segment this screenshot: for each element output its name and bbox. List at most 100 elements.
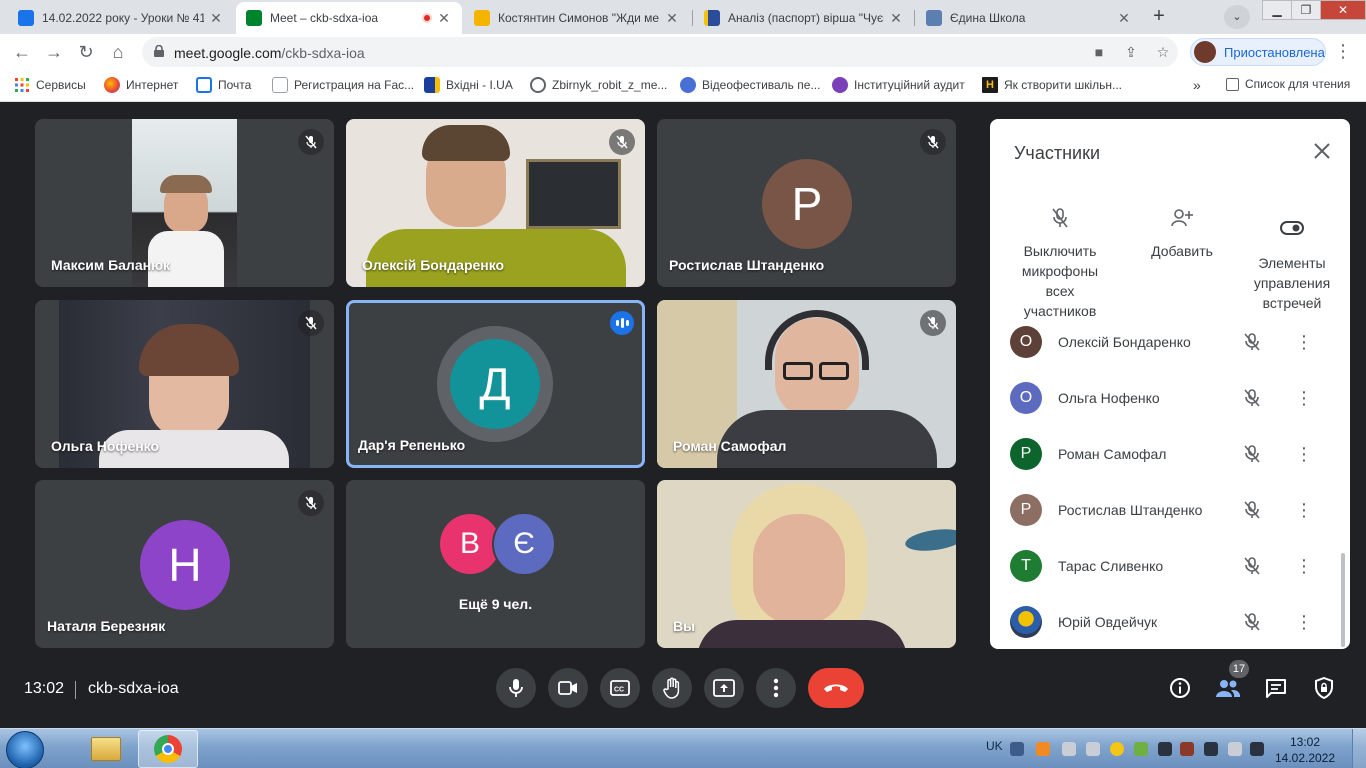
more-options-icon[interactable]: ⋮	[1292, 386, 1316, 410]
participant-row[interactable]: Т Тарас Сливенко ⋮	[1010, 538, 1326, 594]
mic-off-icon[interactable]	[1242, 388, 1262, 408]
more-options-icon[interactable]: ⋮	[1292, 442, 1316, 466]
volume-icon[interactable]	[1180, 742, 1194, 756]
mute-all-button[interactable]: Выключить микрофоны всех участников	[1010, 203, 1110, 321]
reload-icon[interactable]: ↻	[74, 40, 98, 64]
more-options-icon[interactable]: ⋮	[1292, 498, 1316, 522]
shield-lock-icon	[1315, 677, 1333, 699]
participant-tile[interactable]: Р Ростислав Штанденко	[657, 119, 956, 287]
bookmark-mail[interactable]: Почта	[196, 77, 251, 93]
tab-close-icon[interactable]: ✕	[436, 10, 452, 27]
close-icon[interactable]	[1310, 139, 1334, 163]
tab-close-icon[interactable]: ✕	[208, 10, 224, 27]
show-desktop-button[interactable]	[1352, 729, 1366, 768]
app-tray-icon[interactable]	[1036, 742, 1050, 756]
participant-tile[interactable]: Максим Баланюк	[35, 119, 334, 287]
raise-hand-button[interactable]	[652, 668, 692, 708]
mic-off-icon[interactable]	[1242, 556, 1262, 576]
participant-tile[interactable]: Ольга Нофенко	[35, 300, 334, 468]
app-tray-icon[interactable]	[1134, 742, 1148, 756]
maximize-button[interactable]: ❐	[1291, 0, 1321, 20]
participant-tile[interactable]: Д Дар'я Репенько	[346, 300, 645, 468]
bookmark-zbirnyk[interactable]: Zbirnyk_robit_z_me...	[530, 77, 667, 93]
home-icon[interactable]: ⌂	[106, 40, 130, 64]
share-icon[interactable]: ⇪	[1122, 43, 1140, 61]
network-icon[interactable]	[1158, 742, 1172, 756]
tab-close-icon[interactable]: ✕	[664, 10, 680, 27]
bookmark-internet[interactable]: Интернет	[104, 77, 178, 93]
tab-meet[interactable]: Meet – ckb-sdxa-ioa ✕	[236, 2, 462, 34]
reading-list-button[interactable]: Список для чтения	[1226, 77, 1350, 91]
tab-close-icon[interactable]: ✕	[888, 10, 904, 27]
bookmark-videofestival[interactable]: Відеофестиваль пе...	[680, 77, 820, 93]
participant-row[interactable]: О Ольга Нофенко ⋮	[1010, 370, 1326, 426]
window-close-button[interactable]: ✕	[1320, 0, 1366, 20]
file-explorer-button[interactable]	[76, 730, 136, 768]
new-tab-button[interactable]: +	[1146, 4, 1172, 30]
app-tray-icon[interactable]	[1110, 742, 1124, 756]
app-tray-icon[interactable]	[1086, 742, 1100, 756]
mic-off-icon[interactable]	[1242, 612, 1262, 632]
tab-analysis[interactable]: Аналіз (паспорт) вірша "Чуєш ✕	[694, 2, 914, 34]
tab-school[interactable]: Єдина Школа ✕	[916, 2, 1142, 34]
captions-button[interactable]: CC	[600, 668, 640, 708]
tab-simonov[interactable]: Костянтин Симонов "Жди ме ✕	[464, 2, 690, 34]
mic-off-icon[interactable]	[1242, 444, 1262, 464]
tab-search-chevron-icon[interactable]: ⌄	[1224, 5, 1250, 29]
address-bar[interactable]: meet.google.com/ckb-sdxa-ioa ■ ⇪ ☆	[142, 37, 1178, 67]
profile-button[interactable]: Приостановлена	[1190, 38, 1326, 66]
more-options-icon[interactable]: ⋮	[1292, 554, 1316, 578]
app-tray-icon[interactable]	[1062, 742, 1076, 756]
bookmark-star-icon[interactable]: ☆	[1154, 43, 1172, 61]
minimize-button[interactable]: ▁	[1262, 0, 1292, 20]
panel-scrollbar[interactable]	[1341, 553, 1345, 647]
more-options-icon[interactable]: ⋮	[1292, 610, 1316, 634]
tab-lessons[interactable]: 14.02.2022 року - Уроки № 41 ✕	[8, 2, 234, 34]
camera-permission-icon[interactable]: ■	[1090, 43, 1108, 61]
participant-tile[interactable]: Олексій Бондаренко	[346, 119, 645, 287]
flag-icon[interactable]	[1228, 742, 1242, 756]
power-icon[interactable]	[1250, 742, 1264, 756]
system-clock[interactable]: 13:02 14.02.2022	[1270, 734, 1340, 766]
meeting-clock: 13:02	[24, 680, 65, 697]
more-participants-tile[interactable]: В Є Ещё 9 чел.	[346, 480, 645, 648]
bookmark-create-school[interactable]: H Як створити шкільн...	[982, 77, 1122, 93]
google-classroom-icon	[18, 10, 34, 26]
bookmarks-overflow-button[interactable]: »	[1193, 77, 1201, 93]
self-tile[interactable]: Вы	[657, 480, 956, 648]
bookmark-facebook-registration[interactable]: Регистрация на Fac...	[272, 77, 414, 93]
host-controls-button[interactable]	[1310, 674, 1338, 702]
mic-off-icon[interactable]	[1242, 500, 1262, 520]
participant-row[interactable]: О Олексій Бондаренко ⋮	[1010, 314, 1326, 370]
bookmark-iua[interactable]: Вхідні - I.UA	[424, 77, 513, 93]
show-everyone-button[interactable]	[1214, 674, 1242, 702]
back-arrow-icon[interactable]: ←	[10, 40, 34, 64]
add-people-button[interactable]: Добавить	[1138, 203, 1226, 261]
reading-list-icon	[1226, 77, 1239, 91]
chrome-taskbar-button[interactable]	[138, 730, 198, 768]
participant-row[interactable]: Р Роман Самофал ⋮	[1010, 426, 1326, 482]
participant-row[interactable]: Р Ростислав Штанденко ⋮	[1010, 482, 1326, 538]
mic-off-icon[interactable]	[1242, 332, 1262, 352]
participant-tile[interactable]: Н Наталя Березняк	[35, 480, 334, 648]
present-screen-button[interactable]	[704, 668, 744, 708]
windows-start-icon[interactable]	[6, 731, 44, 768]
forward-arrow-icon[interactable]: →	[42, 40, 66, 64]
microphone-button[interactable]	[496, 668, 536, 708]
participant-tile[interactable]: Роман Самофал	[657, 300, 956, 468]
more-options-icon[interactable]: ⋮	[1292, 330, 1316, 354]
bookmark-services[interactable]: Сервисы	[14, 77, 86, 93]
meeting-details-button[interactable]	[1166, 674, 1194, 702]
keyboard-language-indicator[interactable]: UK	[986, 739, 1003, 753]
camera-button[interactable]	[548, 668, 588, 708]
bookmark-audit[interactable]: Інституційний аудит	[832, 77, 965, 93]
display-icon[interactable]	[1204, 742, 1218, 756]
chat-button[interactable]	[1262, 674, 1290, 702]
more-options-button[interactable]	[756, 668, 796, 708]
leave-call-button[interactable]	[808, 668, 864, 708]
keyboard-icon[interactable]	[1010, 742, 1024, 756]
tab-close-icon[interactable]: ✕	[1116, 10, 1132, 27]
meeting-controls-button[interactable]: Элементы управления встречей	[1242, 203, 1342, 313]
participant-row[interactable]: Юрій Овдейчук ⋮	[1010, 594, 1326, 649]
browser-menu-icon[interactable]: ⋮	[1334, 41, 1352, 62]
